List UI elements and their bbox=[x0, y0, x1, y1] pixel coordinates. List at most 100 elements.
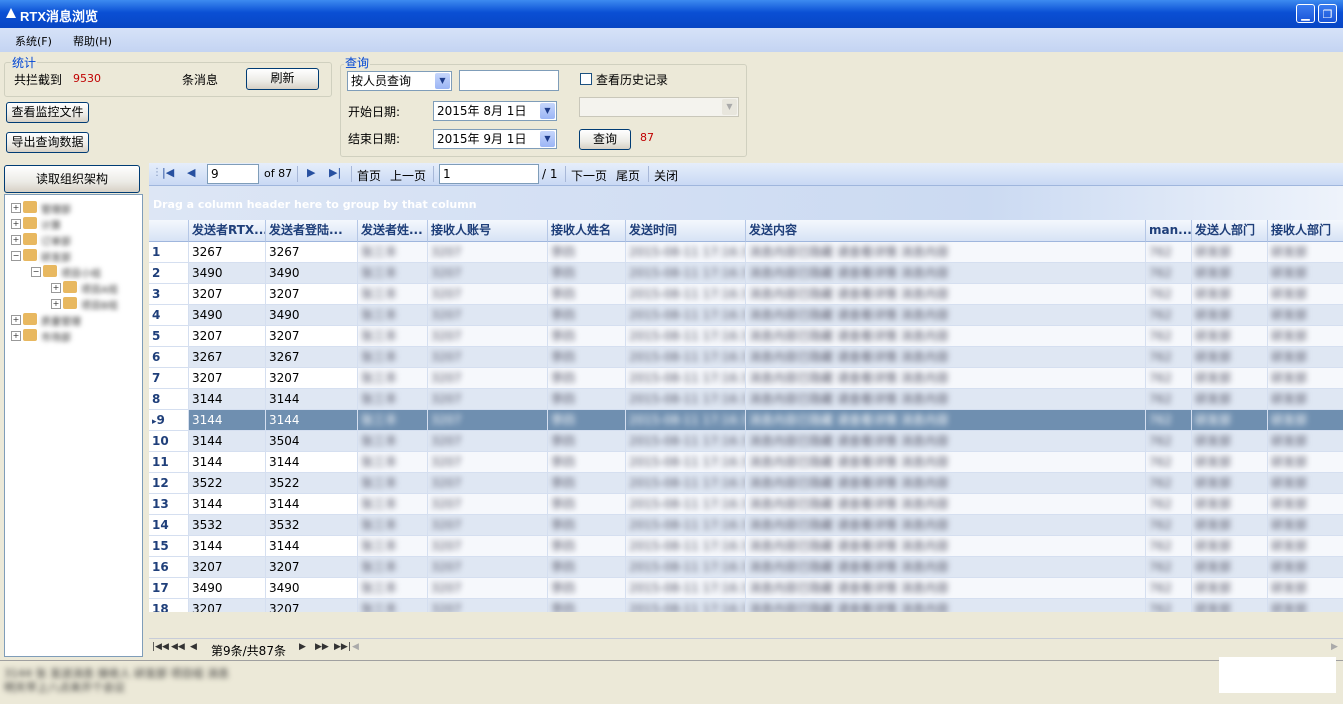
cell-redacted[interactable]: 3207 bbox=[428, 347, 548, 368]
cell-redacted[interactable]: 研发部 bbox=[1268, 347, 1343, 368]
read-org-button[interactable]: 读取组织架构 bbox=[4, 165, 140, 193]
cell-redacted[interactable]: 研发部 bbox=[1192, 431, 1268, 452]
cell-redacted[interactable]: 消息内容已隐藏 请查看详情 消息内容 bbox=[746, 557, 1146, 578]
cell-sender-rtx[interactable]: 3144 bbox=[189, 389, 266, 410]
cell-redacted[interactable]: 762 bbox=[1146, 473, 1192, 494]
cell-redacted[interactable]: 张三丰 bbox=[358, 452, 428, 473]
cell-redacted[interactable]: 762 bbox=[1146, 242, 1192, 263]
cell-redacted[interactable]: 研发部 bbox=[1192, 326, 1268, 347]
cell-redacted[interactable]: 消息内容已隐藏 请查看详情 消息内容 bbox=[746, 536, 1146, 557]
cell-redacted[interactable]: 研发部 bbox=[1268, 536, 1343, 557]
scroll-left-icon[interactable]: ◀ bbox=[352, 642, 359, 652]
cell-redacted[interactable]: 研发部 bbox=[1192, 242, 1268, 263]
table-row[interactable]: 17 3490 3490 张三丰 3207 李四 2015-08-11 17:16:33 消息… bbox=[149, 578, 1343, 599]
cell-redacted[interactable]: 李四 bbox=[548, 515, 626, 536]
column-header[interactable]: 接收人部门 bbox=[1268, 220, 1343, 242]
cell-redacted[interactable]: 研发部 bbox=[1192, 389, 1268, 410]
cell-sender-login[interactable]: 3207 bbox=[266, 326, 358, 347]
start-date-picker[interactable]: 2015年 8月 1日 ▼ bbox=[433, 101, 557, 121]
cell-redacted[interactable]: 762 bbox=[1146, 389, 1192, 410]
cell-redacted[interactable]: 2015-08-11 17:16:33 bbox=[626, 599, 746, 612]
table-row[interactable]: 11 3144 3144 张三丰 3207 李四 2015-08-11 17:16:33 消息… bbox=[149, 452, 1343, 473]
cell-redacted[interactable]: 消息内容已隐藏 请查看详情 消息内容 bbox=[746, 410, 1146, 431]
cell-redacted[interactable]: 762 bbox=[1146, 515, 1192, 536]
cell-redacted[interactable]: 3207 bbox=[428, 578, 548, 599]
cell-sender-login[interactable]: 3490 bbox=[266, 305, 358, 326]
cell-redacted[interactable]: 研发部 bbox=[1268, 557, 1343, 578]
table-row[interactable]: 10 3144 3504 张三丰 3207 李四 2015-08-11 17:16:33 消息… bbox=[149, 431, 1343, 452]
cell-redacted[interactable]: 研发部 bbox=[1192, 284, 1268, 305]
cell-sender-rtx[interactable]: 3207 bbox=[189, 599, 266, 612]
cell-sender-rtx[interactable]: 3490 bbox=[189, 305, 266, 326]
cell-sender-rtx[interactable]: 3490 bbox=[189, 263, 266, 284]
cell-sender-login[interactable]: 3207 bbox=[266, 557, 358, 578]
cell-redacted[interactable]: 李四 bbox=[548, 389, 626, 410]
prev-record-icon[interactable]: ◀ bbox=[187, 166, 195, 179]
cell-redacted[interactable]: 2015-08-11 17:16:33 bbox=[626, 368, 746, 389]
column-header[interactable]: 接收人账号 bbox=[428, 220, 548, 242]
scroll-right-icon[interactable]: ▶ bbox=[1331, 642, 1338, 652]
cell-sender-login[interactable]: 3144 bbox=[266, 410, 358, 431]
cell-redacted[interactable]: 张三丰 bbox=[358, 599, 428, 612]
cell-redacted[interactable]: 研发部 bbox=[1192, 578, 1268, 599]
cell-redacted[interactable]: 2015-08-11 17:16:33 bbox=[626, 557, 746, 578]
cell-redacted[interactable]: 762 bbox=[1146, 599, 1192, 612]
table-row[interactable]: 16 3207 3207 张三丰 3207 李四 2015-08-11 17:16:33 消息… bbox=[149, 557, 1343, 578]
cell-redacted[interactable]: 研发部 bbox=[1268, 599, 1343, 612]
cell-redacted[interactable]: 2015-08-11 17:16:33 bbox=[626, 305, 746, 326]
column-header[interactable]: man... bbox=[1146, 220, 1192, 242]
cell-redacted[interactable]: 2015-08-11 17:16:33 bbox=[626, 431, 746, 452]
last-record-icon[interactable]: ▶| bbox=[329, 166, 341, 179]
cell-redacted[interactable]: 研发部 bbox=[1268, 494, 1343, 515]
cell-redacted[interactable]: 消息内容已隐藏 请查看详情 消息内容 bbox=[746, 494, 1146, 515]
cell-redacted[interactable]: 消息内容已隐藏 请查看详情 消息内容 bbox=[746, 452, 1146, 473]
cell-redacted[interactable]: 李四 bbox=[548, 347, 626, 368]
cell-redacted[interactable]: 李四 bbox=[548, 452, 626, 473]
cell-redacted[interactable]: 3207 bbox=[428, 536, 548, 557]
cell-sender-login[interactable]: 3207 bbox=[266, 368, 358, 389]
cell-redacted[interactable]: 张三丰 bbox=[358, 242, 428, 263]
cell-redacted[interactable]: 研发部 bbox=[1192, 536, 1268, 557]
table-row[interactable]: 18 3207 3207 张三丰 3207 李四 2015-08-11 17:16:33 消息… bbox=[149, 599, 1343, 612]
table-row[interactable]: 8 3144 3144 张三丰 3207 李四 2015-08-11 17:16:33 消息内… bbox=[149, 389, 1343, 410]
nav-next-page-icon[interactable]: ▶▶ bbox=[315, 642, 329, 652]
cell-redacted[interactable]: 研发部 bbox=[1268, 515, 1343, 536]
cell-redacted[interactable]: 3207 bbox=[428, 452, 548, 473]
cell-redacted[interactable]: 2015-08-11 17:16:33 bbox=[626, 515, 746, 536]
column-header[interactable]: 发送内容 bbox=[746, 220, 1146, 242]
cell-redacted[interactable]: 研发部 bbox=[1192, 263, 1268, 284]
cell-redacted[interactable]: 消息内容已隐藏 请查看详情 消息内容 bbox=[746, 473, 1146, 494]
cell-redacted[interactable]: 消息内容已隐藏 请查看详情 消息内容 bbox=[746, 431, 1146, 452]
cell-redacted[interactable]: 消息内容已隐藏 请查看详情 消息内容 bbox=[746, 599, 1146, 612]
cell-redacted[interactable]: 李四 bbox=[548, 536, 626, 557]
record-input[interactable]: 9 bbox=[207, 164, 259, 184]
cell-sender-rtx[interactable]: 3267 bbox=[189, 347, 266, 368]
cell-redacted[interactable]: 研发部 bbox=[1192, 368, 1268, 389]
cell-redacted[interactable]: 3207 bbox=[428, 557, 548, 578]
cell-redacted[interactable]: 3207 bbox=[428, 368, 548, 389]
cell-redacted[interactable]: 762 bbox=[1146, 263, 1192, 284]
cell-redacted[interactable]: 762 bbox=[1146, 431, 1192, 452]
cell-redacted[interactable]: 2015-08-11 17:16:33 bbox=[626, 389, 746, 410]
cell-redacted[interactable]: 张三丰 bbox=[358, 410, 428, 431]
nav-prev-page-icon[interactable]: ◀◀ bbox=[171, 642, 185, 652]
cell-redacted[interactable]: 张三丰 bbox=[358, 389, 428, 410]
cell-sender-login[interactable]: 3144 bbox=[266, 389, 358, 410]
cell-sender-login[interactable]: 3522 bbox=[266, 473, 358, 494]
cell-sender-login[interactable]: 3144 bbox=[266, 452, 358, 473]
cell-sender-rtx[interactable]: 3144 bbox=[189, 494, 266, 515]
cell-redacted[interactable]: 研发部 bbox=[1192, 494, 1268, 515]
group-panel[interactable]: Drag a column header here to group by th… bbox=[149, 186, 1343, 220]
table-row[interactable]: 5 3207 3207 张三丰 3207 李四 2015-08-11 17:16:33 消息内… bbox=[149, 326, 1343, 347]
column-header[interactable]: 接收人姓名 bbox=[548, 220, 626, 242]
first-page-button[interactable]: 首页 bbox=[357, 167, 381, 184]
cell-redacted[interactable]: 消息内容已隐藏 请查看详情 消息内容 bbox=[746, 368, 1146, 389]
cell-redacted[interactable]: 张三丰 bbox=[358, 326, 428, 347]
cell-redacted[interactable]: 研发部 bbox=[1192, 347, 1268, 368]
cell-redacted[interactable]: 研发部 bbox=[1192, 515, 1268, 536]
cell-redacted[interactable]: 张三丰 bbox=[358, 305, 428, 326]
cell-sender-login[interactable]: 3207 bbox=[266, 284, 358, 305]
cell-sender-rtx[interactable]: 3532 bbox=[189, 515, 266, 536]
cell-redacted[interactable]: 李四 bbox=[548, 242, 626, 263]
first-record-icon[interactable]: |◀ bbox=[162, 166, 174, 179]
